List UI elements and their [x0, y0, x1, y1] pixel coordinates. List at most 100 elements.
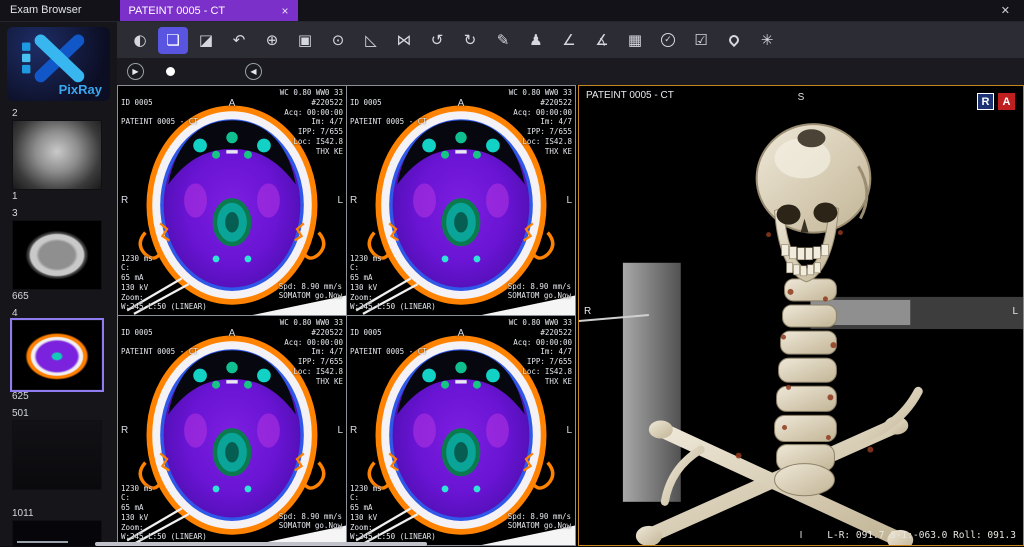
cobb-angle-icon[interactable]: ∡: [587, 27, 617, 54]
zoom-in-icon[interactable]: ⊕: [257, 27, 287, 54]
ct-axial-viewport[interactable]: ID 0005 PATEINT 0005 - CT WC 0.80 WW0 33…: [118, 86, 346, 315]
viewer-area: ID 0005 PATEINT 0005 - CT WC 0.80 WW0 33…: [117, 85, 1024, 546]
patient-info-overlay: ID 0005 PATEINT 0005 - CT: [350, 318, 427, 367]
logo-a-badge: A: [998, 93, 1015, 110]
undo-icon[interactable]: ↶: [224, 27, 254, 54]
orientation-marker-anterior: A: [458, 327, 465, 340]
scanner-overlay: Spd: 8.90 mm/s SOMATOM go.Now: [508, 282, 571, 302]
series-preview-image[interactable]: [12, 320, 102, 390]
orientation-marker-left: L: [566, 194, 572, 207]
series-preview-image[interactable]: [12, 220, 102, 290]
patient-id: ID 0005: [350, 98, 427, 108]
cine-frame-dot[interactable]: [166, 67, 175, 76]
orientation-marker-right: R: [121, 194, 128, 207]
ct-2x2-grid: ID 0005 PATEINT 0005 - CT WC 0.80 WW0 33…: [117, 85, 576, 546]
actual-size-icon[interactable]: ▣: [290, 27, 320, 54]
cine-play-button[interactable]: ▶: [127, 63, 144, 80]
patient-name: PATEINT 0005 - CT: [121, 117, 198, 127]
rotate-left-icon[interactable]: ↺: [422, 27, 452, 54]
acquisition-overlay: WC 0.80 WW0 33 #220522 Acq: 00:00:00 Im:…: [280, 318, 343, 386]
vendor-badges: R A: [977, 93, 1015, 110]
orientation-marker-left: L: [1012, 306, 1018, 317]
series-thumbnail[interactable]: 2 1: [12, 107, 117, 203]
histogram-icon[interactable]: ▦: [620, 27, 650, 54]
series-preview-image[interactable]: [12, 420, 102, 490]
annotation-pencil-icon[interactable]: ✎: [488, 27, 518, 54]
series-image-count: 665: [12, 290, 117, 303]
series-thumbnail[interactable]: 1011: [12, 507, 117, 546]
viewer-toolbar: ◐❏◪↶⊕▣⊙◺⋈↺↻✎♟∠∡▦✓☑ ✳: [117, 22, 1024, 58]
invert-icon[interactable]: ◪: [191, 27, 221, 54]
app-title: Exam Browser: [0, 0, 92, 21]
volume-render-image: [579, 86, 1023, 545]
series-thumbnail[interactable]: 4 625: [12, 307, 117, 403]
checkbox-icon[interactable]: ☑: [686, 27, 716, 54]
tab-close-icon[interactable]: ×: [282, 4, 289, 18]
orientation-marker-inferior: I: [800, 530, 803, 541]
scanner-overlay: Spd: 8.90 mm/s SOMATOM go.Now: [279, 282, 342, 302]
series-number: 3: [12, 207, 117, 220]
series-number: 4: [12, 307, 117, 320]
series-number: 1011: [12, 507, 117, 520]
horizontal-scrollbar[interactable]: [95, 542, 427, 546]
series-image-count: [12, 490, 117, 503]
cine-control-bar: ▶ ◀: [117, 58, 1024, 85]
volume-orientation-status: L-R: 091.7 S-I:-063.0 Roll: 091.3: [827, 530, 1016, 541]
rotate-right-icon[interactable]: ↻: [455, 27, 485, 54]
pixray-logo: PixRay: [7, 27, 110, 101]
series-thumbnail-list: 2 1 3 665 4 625 501 1011: [0, 105, 117, 546]
technique-overlay: 1230 ms C: 65 mA 130 kV Zoom: W:245 L:50…: [121, 254, 207, 313]
acquisition-overlay: WC 0.80 WW0 33 #220522 Acq: 00:00:00 Im:…: [280, 88, 343, 156]
series-thumbnail[interactable]: 3 665: [12, 207, 117, 303]
pixray-logo-text: PixRay: [59, 82, 102, 97]
patient-info-overlay: ID 0005 PATEINT 0005 - CT: [121, 88, 198, 137]
orientation-marker-anterior: A: [458, 97, 465, 110]
circle-check-icon[interactable]: ✓: [653, 27, 683, 54]
flip-horizontal-icon[interactable]: ⋈: [389, 27, 419, 54]
title-bar: Exam Browser PATEINT 0005 - CT × ✕: [0, 0, 1024, 22]
magnify-region-icon[interactable]: ⊙: [323, 27, 353, 54]
acquisition-overlay: WC 0.80 WW0 33 #220522 Acq: 00:00:00 Im:…: [509, 88, 572, 156]
technique-overlay: 1230 ms C: 65 mA 130 kV Zoom: W:245 L:50…: [350, 484, 436, 543]
orientation-marker-superior: S: [798, 92, 805, 103]
series-thumbnail[interactable]: 501: [12, 407, 117, 503]
set-square-icon[interactable]: ◺: [356, 27, 386, 54]
table-slab: [623, 263, 681, 502]
ct-axial-viewport[interactable]: ID 0005 PATEINT 0005 - CT WC 0.80 WW0 33…: [118, 316, 346, 545]
ct-axial-viewport[interactable]: ID 0005 PATEINT 0005 - CT WC 0.80 WW0 33…: [347, 86, 575, 315]
pin-icon[interactable]: [719, 27, 749, 54]
series-preview-image[interactable]: [12, 120, 102, 190]
series-sidebar: PixRay 2 1 3 665 4 625 501 1011: [0, 22, 117, 546]
orientation-marker-left: L: [337, 194, 343, 207]
contrast-icon[interactable]: ◐: [125, 27, 155, 54]
patient-info-overlay: ID 0005 PATEINT 0005 - CT: [350, 88, 427, 137]
orientation-marker-left: L: [566, 424, 572, 437]
series-preview-image[interactable]: [12, 520, 102, 546]
cine-step-back-button[interactable]: ◀: [245, 63, 262, 80]
angle-icon[interactable]: ∠: [554, 27, 584, 54]
technique-overlay: 1230 ms C: 65 mA 130 kV Zoom: W:245 L:50…: [121, 484, 207, 543]
layers-icon[interactable]: ❏: [158, 27, 188, 54]
orientation-marker-left: L: [337, 424, 343, 437]
orientation-marker-right: R: [350, 424, 357, 437]
tab-label: PATEINT 0005 - CT: [129, 5, 226, 17]
tab-patient-ct[interactable]: PATEINT 0005 - CT ×: [120, 0, 298, 21]
person-height-icon[interactable]: ♟: [521, 27, 551, 54]
ct-axial-viewport[interactable]: ID 0005 PATEINT 0005 - CT WC 0.80 WW0 33…: [347, 316, 575, 545]
orientation-marker-right: R: [350, 194, 357, 207]
patient-name: PATEINT 0005 - CT: [350, 117, 427, 127]
technique-overlay: 1230 ms C: 65 mA 130 kV Zoom: W:245 L:50…: [350, 254, 436, 313]
series-image-count: 625: [12, 390, 117, 403]
logo-r-badge: R: [977, 93, 994, 110]
volume-3d-viewport[interactable]: PATEINT 0005 - CT R A S R L I L-R: 091.7…: [578, 85, 1024, 546]
window-close-icon[interactable]: ✕: [987, 0, 1024, 21]
series-number: 2: [12, 107, 117, 120]
series-number: 501: [12, 407, 117, 420]
pixray-app-window: Exam Browser PATEINT 0005 - CT × ✕ PixRa…: [0, 0, 1024, 547]
freeze-icon[interactable]: ✳: [752, 27, 782, 54]
scanner-overlay: Spd: 8.90 mm/s SOMATOM go.Now: [508, 512, 571, 532]
orientation-marker-anterior: A: [229, 97, 236, 110]
patient-id: ID 0005: [121, 328, 198, 338]
orientation-marker-right: R: [584, 306, 591, 317]
volume-title: PATEINT 0005 - CT: [586, 90, 674, 101]
